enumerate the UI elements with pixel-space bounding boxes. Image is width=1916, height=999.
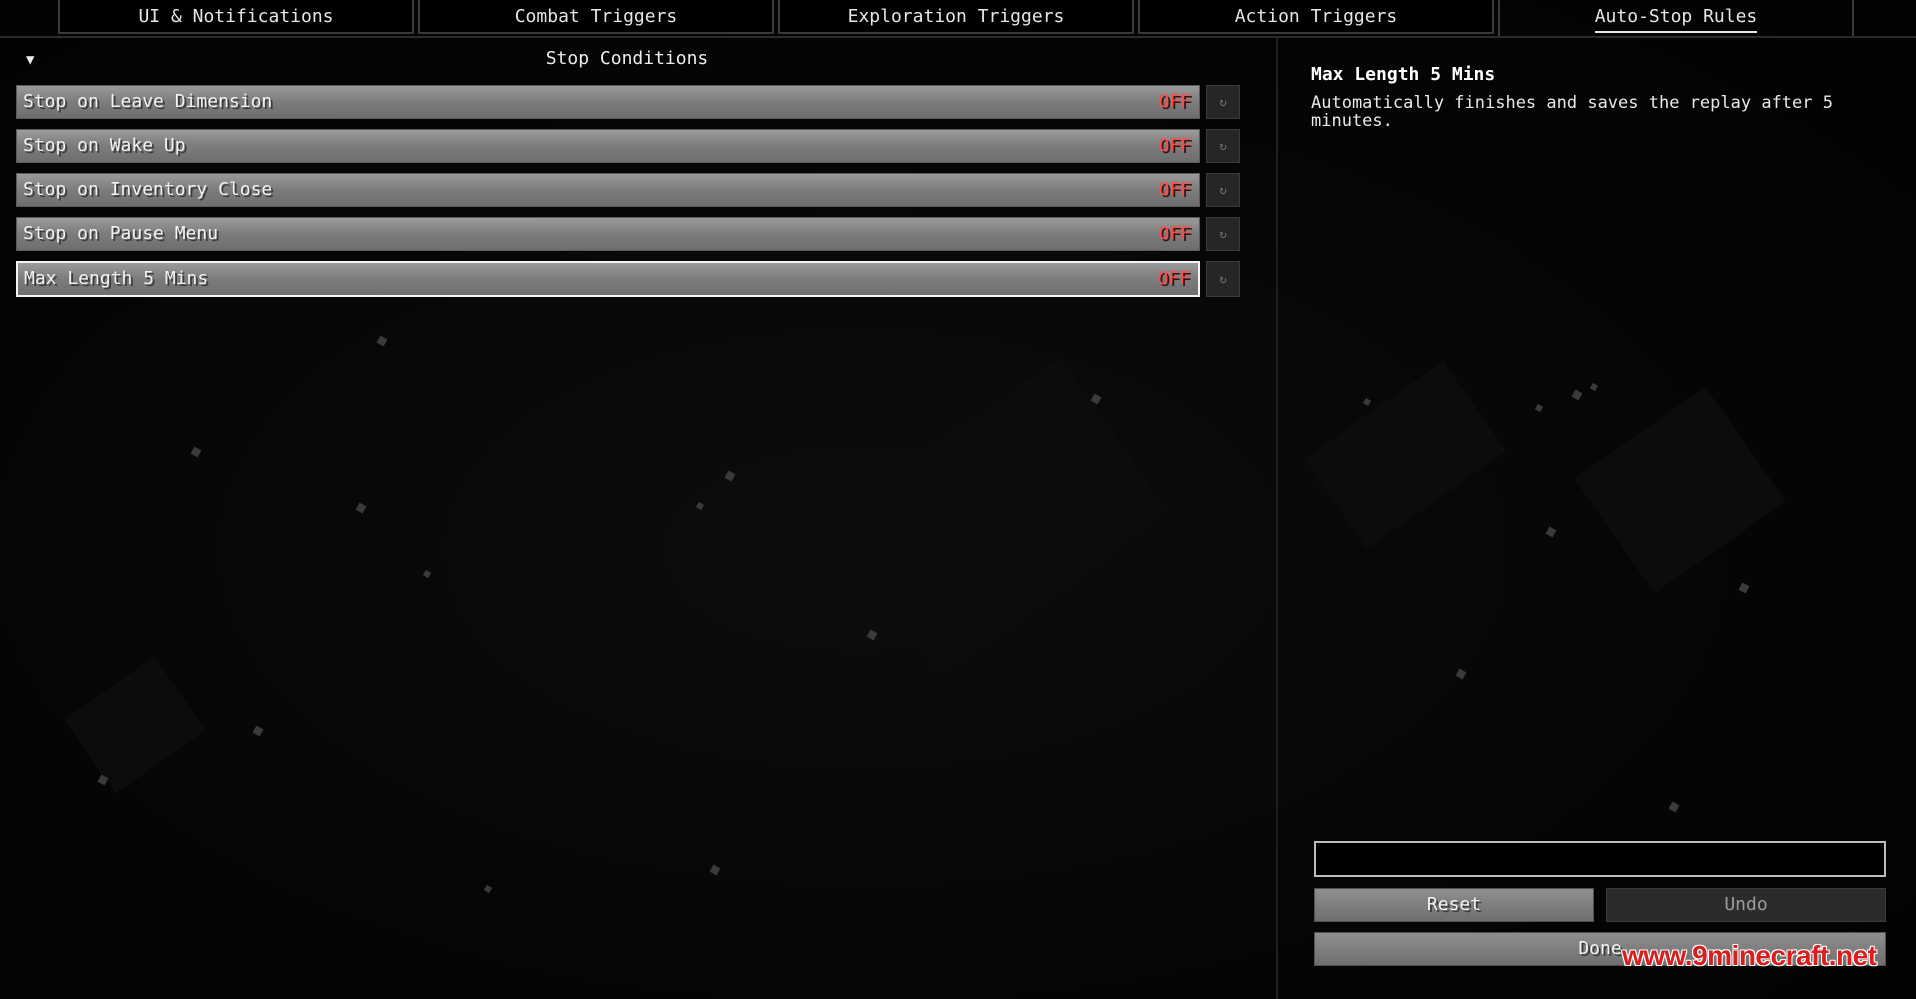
- option-label: Stop on Leave Dimension: [23, 91, 273, 112]
- tab-label: Exploration Triggers: [847, 6, 1065, 27]
- tab-label: UI & Notifications: [138, 6, 334, 27]
- option-label: Stop on Pause Menu: [23, 223, 219, 244]
- reset-icon: ↻: [1219, 227, 1227, 241]
- reset-icon: ↻: [1219, 183, 1227, 197]
- tab-divider: [1498, 0, 1500, 36]
- option-row: Stop on Wake Up OFF ↻: [16, 129, 1240, 163]
- option-row: Stop on Inventory Close OFF ↻: [16, 173, 1240, 207]
- watermark-text: www.9minecraft.net: [1622, 940, 1877, 971]
- reset-option-button[interactable]: ↻: [1206, 85, 1240, 119]
- tab-action-triggers[interactable]: Action Triggers: [1138, 0, 1494, 34]
- reset-option-button[interactable]: ↻: [1206, 261, 1240, 297]
- config-screen: UI & Notifications Combat Triggers Explo…: [0, 0, 1916, 999]
- tab-label: Combat Triggers: [514, 6, 678, 27]
- details-pane: Max Length 5 Mins Automatically finishes…: [1278, 38, 1916, 999]
- options-pane: ▼ Stop Conditions Stop on Leave Dimensio…: [0, 38, 1276, 999]
- stop-on-leave-dimension-toggle[interactable]: Stop on Leave Dimension OFF: [16, 85, 1200, 119]
- option-label: Stop on Inventory Close: [23, 179, 273, 200]
- value-input[interactable]: [1314, 841, 1886, 877]
- tab-label: Auto-Stop Rules: [1594, 3, 1758, 33]
- max-length-5-mins-toggle[interactable]: Max Length 5 Mins OFF: [16, 261, 1200, 297]
- option-value: OFF: [1158, 223, 1191, 244]
- tab-label: Action Triggers: [1234, 6, 1398, 27]
- stop-on-inventory-close-toggle[interactable]: Stop on Inventory Close OFF: [16, 173, 1200, 207]
- option-row: Stop on Leave Dimension OFF ↻: [16, 85, 1240, 119]
- option-row: Max Length 5 Mins OFF ↻: [16, 261, 1240, 297]
- option-value: OFF: [1158, 91, 1191, 112]
- tab-divider: [1852, 0, 1854, 36]
- option-label: Stop on Wake Up: [23, 135, 186, 156]
- description-text: Automatically finishes and saves the rep…: [1311, 93, 1833, 131]
- section-title: Stop Conditions: [545, 48, 709, 69]
- option-value: OFF: [1158, 135, 1191, 156]
- tab-bar: UI & Notifications Combat Triggers Explo…: [0, 0, 1916, 38]
- stop-on-wake-up-toggle[interactable]: Stop on Wake Up OFF: [16, 129, 1200, 163]
- tab-auto-stop-rules[interactable]: Auto-Stop Rules: [1498, 0, 1854, 34]
- reset-button[interactable]: Reset: [1314, 888, 1594, 922]
- option-row: Stop on Pause Menu OFF ↻: [16, 217, 1240, 251]
- option-value: OFF: [1158, 179, 1191, 200]
- reset-icon: ↻: [1219, 272, 1227, 286]
- stop-on-pause-menu-toggle[interactable]: Stop on Pause Menu OFF: [16, 217, 1200, 251]
- option-value: OFF: [1157, 268, 1190, 289]
- reset-option-button[interactable]: ↻: [1206, 129, 1240, 163]
- tab-ui-notifications[interactable]: UI & Notifications: [58, 0, 414, 34]
- tab-combat-triggers[interactable]: Combat Triggers: [418, 0, 774, 34]
- option-label: Max Length 5 Mins: [24, 268, 209, 289]
- reset-option-button[interactable]: ↻: [1206, 173, 1240, 207]
- reset-option-button[interactable]: ↻: [1206, 217, 1240, 251]
- description-title: Max Length 5 Mins: [1311, 64, 1496, 85]
- reset-icon: ↻: [1219, 139, 1227, 153]
- undo-button[interactable]: Undo: [1606, 888, 1886, 922]
- tab-exploration-triggers[interactable]: Exploration Triggers: [778, 0, 1134, 34]
- reset-icon: ↻: [1219, 95, 1227, 109]
